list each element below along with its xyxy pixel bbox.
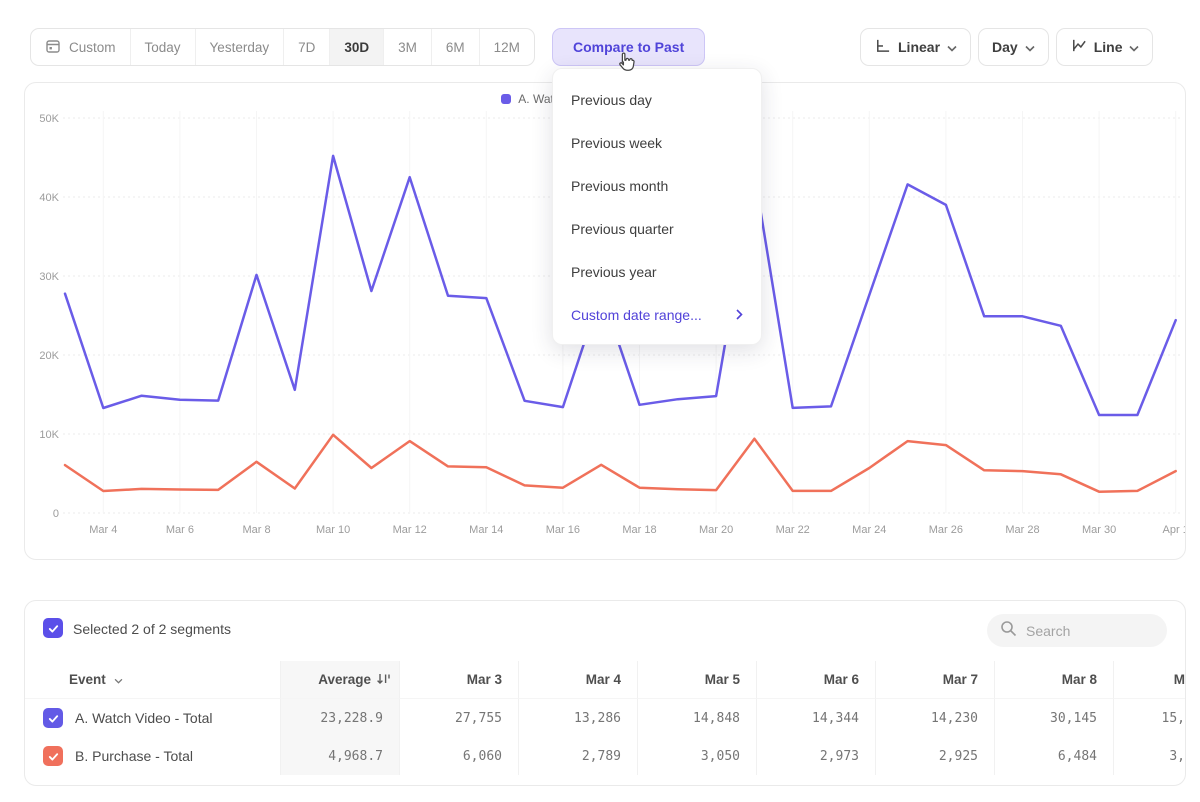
table-cell: 2,973 xyxy=(757,737,876,775)
y-tick-label: 30K xyxy=(39,271,59,283)
legend-swatch xyxy=(501,94,511,104)
table-cell: 15, xyxy=(1114,699,1186,737)
y-tick-label: 20K xyxy=(39,350,59,362)
analytics-report-page: CustomTodayYesterday7D30D3M6M12M Compare… xyxy=(0,0,1200,802)
event-label: A. Watch Video - Total xyxy=(75,710,212,726)
line-chart-icon xyxy=(1070,37,1087,57)
table-cell: 14,848 xyxy=(638,699,757,737)
y-tick-label: 0 xyxy=(53,508,59,520)
table-cell: 3,050 xyxy=(638,737,757,775)
search-input[interactable] xyxy=(1026,623,1156,639)
range-12m[interactable]: 12M xyxy=(479,29,534,65)
menu-item-previous-month[interactable]: Previous month xyxy=(553,164,761,207)
col-header-mar-6[interactable]: Mar 6 xyxy=(757,661,876,699)
table-cell: 14,230 xyxy=(876,699,995,737)
table-cell: 27,755 xyxy=(400,699,519,737)
range-today[interactable]: Today xyxy=(130,29,195,65)
range-yesterday[interactable]: Yesterday xyxy=(195,29,284,65)
x-tick-label: Mar 18 xyxy=(622,524,656,536)
hand-cursor-icon xyxy=(613,50,638,80)
x-tick-label: Mar 6 xyxy=(166,524,194,536)
chevron-right-icon xyxy=(736,307,743,323)
table-cell: 2,925 xyxy=(876,737,995,775)
chevron-down-icon xyxy=(947,39,957,55)
y-tick-label: 50K xyxy=(39,113,59,125)
y-tick-label: 10K xyxy=(39,429,59,441)
table-cell: 30,145 xyxy=(995,699,1114,737)
x-tick-label: Mar 14 xyxy=(469,524,503,536)
menu-item-previous-day[interactable]: Previous day xyxy=(553,78,761,121)
col-header-mar-4[interactable]: Mar 4 xyxy=(519,661,638,699)
range-6m[interactable]: 6M xyxy=(431,29,479,65)
table-cell: 14,344 xyxy=(757,699,876,737)
x-tick-label: Mar 26 xyxy=(929,524,963,536)
chevron-down-icon xyxy=(114,672,123,687)
table-cell: 6,060 xyxy=(400,737,519,775)
menu-item-previous-year[interactable]: Previous year xyxy=(553,250,761,293)
table-cell: 6,484 xyxy=(995,737,1114,775)
col-header-average[interactable]: Average xyxy=(281,661,400,699)
compare-menu: Previous dayPrevious weekPrevious monthP… xyxy=(552,68,762,345)
selected-segments-label: Selected 2 of 2 segments xyxy=(73,621,231,637)
x-tick-label: Mar 22 xyxy=(776,524,810,536)
table-cell: 4,968.7 xyxy=(281,737,400,775)
calendar-icon xyxy=(45,38,61,57)
series-line-b-purchase xyxy=(65,435,1176,492)
menu-item-custom-date-range[interactable]: Custom date range... xyxy=(553,293,761,336)
segments-table: EventAverageMar 3Mar 4Mar 5Mar 6Mar 7Mar… xyxy=(25,661,1186,775)
x-tick-label: Mar 24 xyxy=(852,524,886,536)
scale-dropdown[interactable]: Linear xyxy=(860,28,971,66)
x-tick-label: Mar 30 xyxy=(1082,524,1116,536)
range-7d[interactable]: 7D xyxy=(283,29,329,65)
row-checkbox[interactable] xyxy=(43,708,63,728)
segments-table-card: Selected 2 of 2 segments EventAverageMar… xyxy=(24,600,1186,786)
date-range-group: CustomTodayYesterday7D30D3M6M12M xyxy=(30,28,535,66)
range-custom[interactable]: Custom xyxy=(31,29,130,65)
x-tick-label: Apr 1 xyxy=(1163,524,1185,536)
table-cell: 13,286 xyxy=(519,699,638,737)
x-tick-label: Mar 8 xyxy=(242,524,270,536)
col-header-mar-7[interactable]: Mar 7 xyxy=(876,661,995,699)
search-box xyxy=(987,614,1167,647)
x-tick-label: Mar 20 xyxy=(699,524,733,536)
table-cell: 23,228.9 xyxy=(281,699,400,737)
x-tick-label: Mar 10 xyxy=(316,524,350,536)
row-checkbox[interactable] xyxy=(43,746,63,766)
table-row-event: B. Purchase - Total xyxy=(25,737,281,775)
linear-scale-icon xyxy=(874,37,891,57)
x-tick-label: Mar 12 xyxy=(393,524,427,536)
chart-type-dropdown[interactable]: Line xyxy=(1056,28,1154,66)
col-header-mar-8[interactable]: Mar 8 xyxy=(995,661,1114,699)
x-tick-label: Mar 28 xyxy=(1005,524,1039,536)
sort-descending-icon xyxy=(376,671,391,689)
table-cell: 2,789 xyxy=(519,737,638,775)
interval-dropdown[interactable]: Day xyxy=(978,28,1049,66)
col-header-event[interactable]: Event xyxy=(25,661,281,699)
search-icon xyxy=(1000,620,1017,642)
chevron-down-icon xyxy=(1025,39,1035,55)
event-label: B. Purchase - Total xyxy=(75,748,193,764)
table-cell: 3, xyxy=(1114,737,1186,775)
y-tick-label: 40K xyxy=(39,192,59,204)
range-30d[interactable]: 30D xyxy=(329,29,383,65)
table-row-event: A. Watch Video - Total xyxy=(25,699,281,737)
col-header-mar-5[interactable]: Mar 5 xyxy=(638,661,757,699)
x-tick-label: Mar 16 xyxy=(546,524,580,536)
menu-item-previous-week[interactable]: Previous week xyxy=(553,121,761,164)
range-3m[interactable]: 3M xyxy=(383,29,431,65)
x-tick-label: Mar 4 xyxy=(89,524,117,536)
col-header-mar-3[interactable]: Mar 3 xyxy=(400,661,519,699)
select-all-checkbox[interactable] xyxy=(43,618,63,638)
chart-controls: Linear Day Line xyxy=(860,28,1153,66)
menu-item-previous-quarter[interactable]: Previous quarter xyxy=(553,207,761,250)
col-header-m[interactable]: M xyxy=(1114,661,1186,699)
chevron-down-icon xyxy=(1129,39,1139,55)
